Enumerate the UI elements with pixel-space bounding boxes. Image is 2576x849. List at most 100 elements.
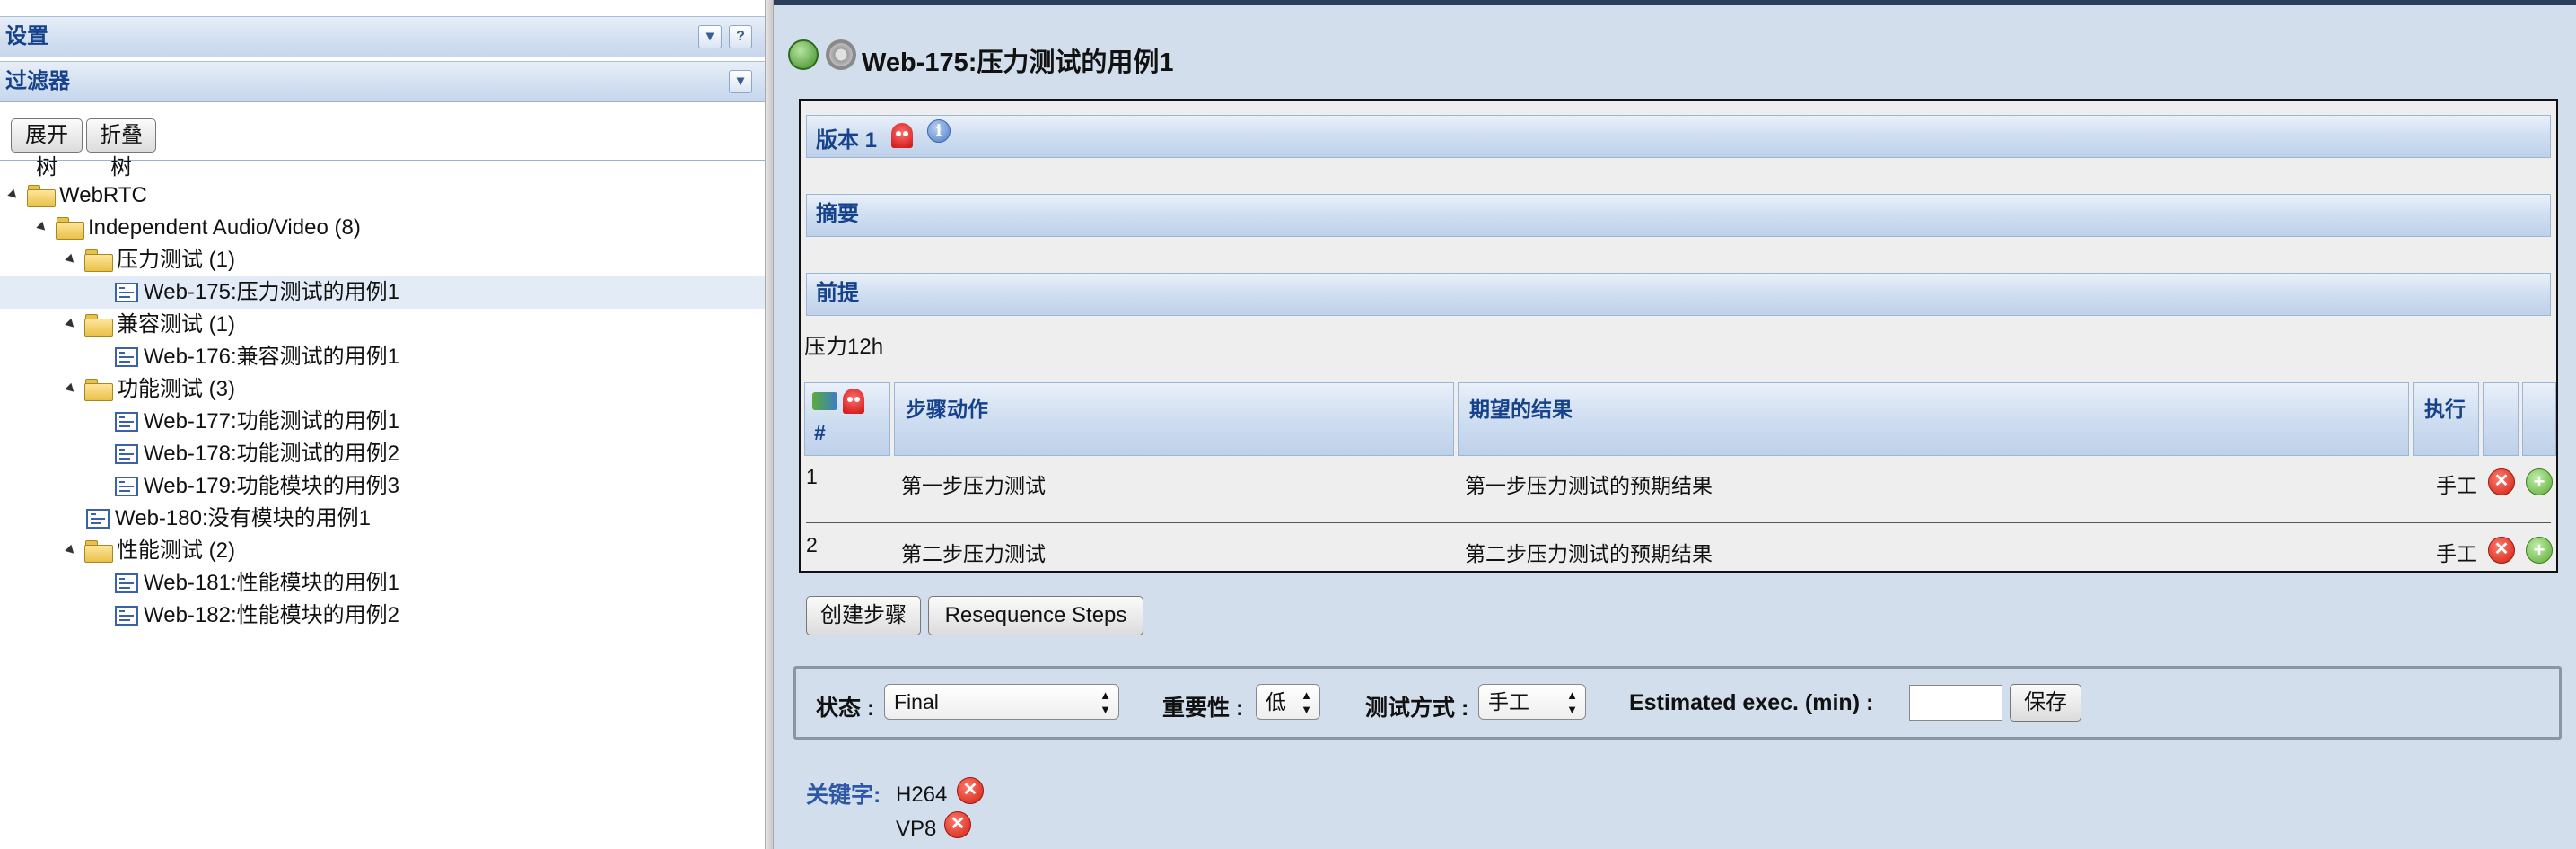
steps-action-header: 步骤动作	[894, 382, 1454, 456]
preconditions-text: 压力12h	[804, 335, 884, 359]
importance-value: 低	[1266, 690, 1286, 713]
tree-folder-row[interactable]: 性能测试 (2)	[0, 535, 765, 567]
step-execution-type[interactable]: 手工	[2436, 468, 2477, 499]
select-arrows-icon: ▲ ▼	[1100, 688, 1111, 716]
delete-step-icon[interactable]: ✕	[2488, 468, 2515, 495]
tree-item-label[interactable]: WebRTC	[59, 179, 147, 212]
step-action[interactable]: 第二步压力测试	[901, 537, 1046, 567]
delete-step-icon[interactable]: ✕	[2488, 537, 2515, 564]
tree-folder-row[interactable]: WebRTC	[0, 179, 765, 212]
keyword-text: VP8	[896, 817, 937, 841]
tree-item-label[interactable]: 压力测试 (1)	[117, 244, 235, 276]
step-number: 2	[806, 533, 818, 556]
tree-item-label[interactable]: Web-178:功能测试的用例2	[144, 438, 399, 470]
step-number: 1	[806, 465, 818, 488]
tree-testcase-row[interactable]: Web-180:没有模块的用例1	[0, 503, 765, 535]
step-action[interactable]: 第一步压力测试	[901, 468, 1046, 499]
steps-action-label: 步骤动作	[906, 398, 988, 421]
tree-item-label[interactable]: 兼容测试 (1)	[117, 309, 235, 341]
tree-testcase-row[interactable]: Web-177:功能测试的用例1	[0, 406, 765, 438]
expand-toggle-icon[interactable]	[65, 253, 77, 267]
expand-toggle-icon[interactable]	[65, 544, 77, 557]
preconditions-header: 前提	[806, 273, 2551, 316]
save-button[interactable]: 保存	[2010, 684, 2081, 722]
tree-folder-row[interactable]: Independent Audio/Video (8)	[0, 212, 765, 244]
steps-execution-header: 执行	[2413, 382, 2479, 456]
tree-testcase-row[interactable]: Web-178:功能测试的用例2	[0, 438, 765, 470]
step-expected-result[interactable]: 第二步压力测试的预期结果	[1465, 537, 1713, 567]
settings-header[interactable]: 设置 ▾ ?	[0, 16, 765, 57]
steps-ghost-icon[interactable]	[843, 389, 864, 414]
collapse-tree-button[interactable]: 折叠树	[86, 118, 156, 179]
tree-item-label[interactable]: Web-177:功能测试的用例1	[144, 406, 399, 438]
tree-testcase-row[interactable]: Web-179:功能模块的用例3	[0, 470, 765, 503]
help-button[interactable]: ?	[729, 25, 752, 48]
testcase-icon	[115, 573, 138, 593]
select-arrows-icon: ▲ ▼	[1301, 688, 1312, 716]
select-arrows-icon: ▲ ▼	[1566, 688, 1578, 716]
status-select[interactable]: Final ▲ ▼	[884, 684, 1119, 720]
preconditions-label: 前提	[816, 281, 859, 305]
info-icon[interactable]: i	[927, 119, 951, 143]
shuffle-icon[interactable]	[812, 392, 837, 410]
settings-collapse-button[interactable]: ▾	[698, 25, 722, 48]
resequence-steps-button[interactable]: Resequence Steps	[928, 596, 1143, 635]
tree-folder-row[interactable]: 兼容测试 (1)	[0, 309, 765, 341]
tree-item-label[interactable]: Web-176:兼容测试的用例1	[144, 341, 399, 373]
steps-number-header: #	[804, 382, 890, 456]
folder-icon	[56, 217, 84, 240]
refresh-icon[interactable]	[788, 39, 819, 70]
tree-item-label[interactable]: Web-181:性能模块的用例1	[144, 567, 399, 600]
create-step-button[interactable]: 创建步骤	[806, 596, 921, 635]
importance-select[interactable]: 低 ▲ ▼	[1256, 684, 1320, 720]
tree-testcase-row[interactable]: Web-176:兼容测试的用例1	[0, 341, 765, 373]
filters-header[interactable]: 过滤器 ▾	[0, 61, 765, 102]
remove-keyword-icon[interactable]: ✕	[957, 777, 984, 804]
step-expected-result[interactable]: 第一步压力测试的预期结果	[1465, 468, 1713, 499]
importance-label: 重要性 :	[1162, 696, 1244, 721]
filters-collapse-button[interactable]: ▾	[729, 70, 752, 93]
top-border	[774, 0, 2576, 5]
gear-icon[interactable]	[826, 39, 856, 70]
tree-testcase-row[interactable]: Web-181:性能模块的用例1	[0, 567, 765, 600]
testcase-title: Web-175:压力测试的用例1	[862, 48, 1174, 77]
tree-item-label[interactable]: Independent Audio/Video (8)	[88, 212, 361, 244]
remove-keyword-icon[interactable]: ✕	[944, 811, 971, 838]
testcase-icon	[115, 412, 138, 432]
expand-toggle-icon[interactable]	[65, 382, 77, 396]
expand-toggle-icon[interactable]	[7, 188, 20, 202]
execution-type-select[interactable]: 手工 ▲ ▼	[1478, 684, 1586, 720]
testcase-icon	[115, 283, 138, 302]
tree-folder-row[interactable]: 功能测试 (3)	[0, 373, 765, 406]
settings-header-title: 设置	[5, 24, 48, 48]
execution-type-value: 手工	[1488, 690, 1529, 713]
tree-testcase-row[interactable]: Web-175:压力测试的用例1	[0, 276, 765, 309]
pane-splitter[interactable]	[765, 0, 774, 849]
version-label: 版本 1	[816, 128, 878, 153]
steps-expected-header: 期望的结果	[1458, 382, 2409, 456]
testcase-details: 版本 1 i 摘要 前提 压力12h # 步骤动作 期望的结果 执行 1 第一步…	[799, 99, 2558, 573]
steps-delete-column-header	[2483, 382, 2519, 456]
add-step-icon[interactable]: +	[2526, 537, 2553, 564]
tree-item-label[interactable]: Web-175:压力测试的用例1	[144, 276, 399, 309]
tree-item-label[interactable]: Web-182:性能模块的用例2	[144, 600, 399, 632]
expand-tree-button[interactable]: 展开树	[11, 118, 83, 179]
add-step-icon[interactable]: +	[2526, 468, 2553, 495]
tree-folder-row[interactable]: 压力测试 (1)	[0, 244, 765, 276]
tree-item-label[interactable]: 性能测试 (2)	[117, 535, 235, 567]
estimated-exec-label: Estimated exec. (min) :	[1629, 690, 1874, 715]
step-execution-type[interactable]: 手工	[2436, 537, 2477, 567]
steps-number-label: #	[814, 421, 826, 444]
tree-item-label[interactable]: 功能测试 (3)	[117, 373, 235, 406]
tree-testcase-row[interactable]: Web-182:性能模块的用例2	[0, 600, 765, 632]
expand-toggle-icon[interactable]	[65, 318, 77, 331]
expand-toggle-icon[interactable]	[36, 221, 48, 234]
keywords-label: 关键字:	[806, 783, 881, 808]
tree-item-label[interactable]: Web-180:没有模块的用例1	[115, 503, 371, 535]
estimated-exec-input[interactable]	[1909, 685, 2002, 721]
ghost-icon[interactable]	[891, 123, 913, 148]
folder-icon	[84, 540, 113, 563]
tree-item-label[interactable]: Web-179:功能模块的用例3	[144, 470, 399, 503]
folder-icon	[27, 185, 56, 207]
steps-execution-label: 执行	[2424, 398, 2466, 421]
